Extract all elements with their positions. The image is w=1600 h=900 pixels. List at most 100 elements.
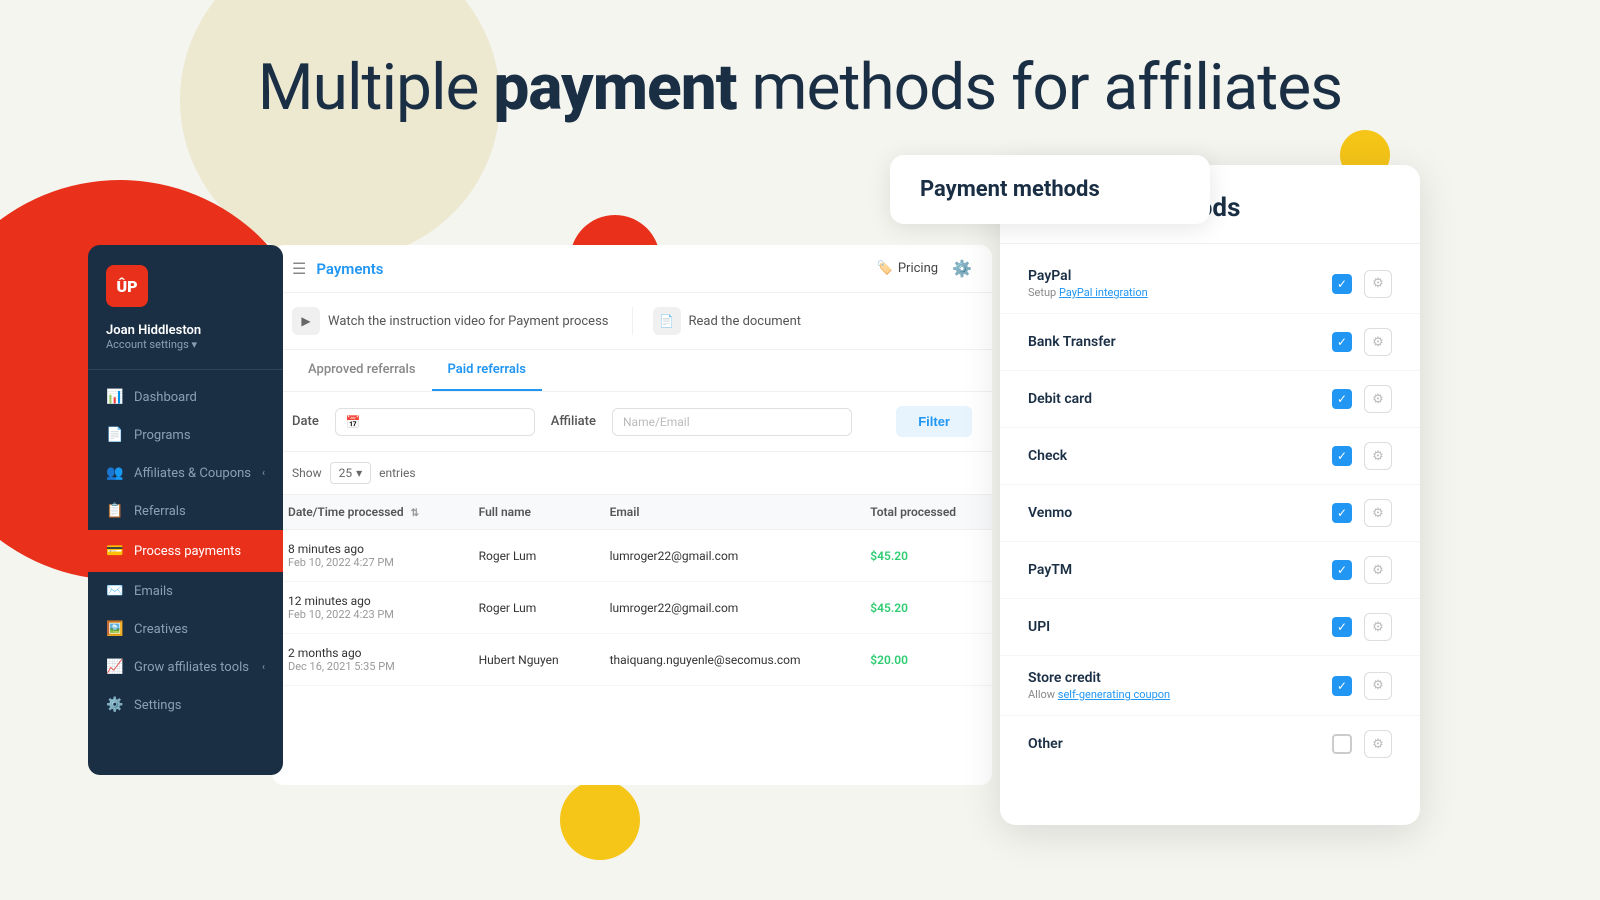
date-input[interactable]: 📅 (335, 408, 535, 436)
header-settings-icon[interactable]: ⚙️ (952, 259, 972, 278)
table-row[interactable]: 8 minutes ago Feb 10, 2022 4:27 PM Roger… (272, 530, 992, 582)
account-settings-link[interactable]: Account settings ▾ (106, 338, 265, 351)
email-cell: thaiquang.nguyenle@secomus.com (594, 634, 855, 686)
payment-method-venmo[interactable]: Venmo ✓ ⚙ (1000, 485, 1420, 542)
sidebar-item-dashboard[interactable]: 📊 Dashboard (88, 378, 283, 416)
pm-checkbox[interactable]: ✓ (1332, 503, 1352, 523)
filter-button[interactable]: Filter (896, 406, 972, 437)
sidebar-item-label: Creatives (134, 622, 188, 637)
pm-gear-icon[interactable]: ⚙ (1364, 556, 1392, 584)
show-entries-row: Show 25 ▾ entries (272, 452, 992, 495)
pm-gear-icon[interactable]: ⚙ (1364, 613, 1392, 641)
show-select[interactable]: 25 ▾ (330, 462, 372, 484)
pm-checkbox[interactable]: ✓ (1332, 389, 1352, 409)
table-row[interactable]: 12 minutes ago Feb 10, 2022 4:23 PM Roge… (272, 582, 992, 634)
payment-method-check[interactable]: Check ✓ ⚙ (1000, 428, 1420, 485)
sidebar-item-referrals[interactable]: 📋 Referrals (88, 492, 283, 530)
pm-checkbox[interactable]: ✓ (1332, 274, 1352, 294)
pm-info: PayTM (1028, 562, 1332, 578)
pm-checkbox[interactable]: ✓ (1332, 617, 1352, 637)
pricing-button[interactable]: 🏷️ Pricing (877, 261, 938, 276)
pm-gear-icon[interactable]: ⚙ (1364, 270, 1392, 298)
payments-table: Date/Time processed ⇅ Full name Email To… (272, 495, 992, 686)
pm-checkbox[interactable]: ✓ (1332, 560, 1352, 580)
pm-info: Check (1028, 448, 1332, 464)
settings-icon: ⚙️ (106, 696, 124, 714)
pm-gear-icon[interactable]: ⚙ (1364, 328, 1392, 356)
date-cell: 8 minutes ago Feb 10, 2022 4:27 PM (272, 530, 463, 582)
amount-cell: $20.00 (854, 634, 992, 686)
tab-paid[interactable]: Paid referrals (432, 350, 542, 391)
pm-gear-icon[interactable]: ⚙ (1364, 730, 1392, 758)
affiliate-label: Affiliate (551, 414, 596, 429)
info-bar: ▶ Watch the instruction video for Paymen… (272, 293, 992, 350)
payment-method-debit-card[interactable]: Debit card ✓ ⚙ (1000, 371, 1420, 428)
pm-name: Other (1028, 736, 1332, 752)
sidebar-item-label: Settings (134, 698, 181, 713)
emails-icon: ✉️ (106, 582, 124, 600)
date-cell: 2 months ago Dec 16, 2021 5:35 PM (272, 634, 463, 686)
fullname-cell: Hubert Nguyen (463, 634, 594, 686)
pm-sub-link[interactable]: PayPal integration (1059, 286, 1148, 299)
pm-gear-icon[interactable]: ⚙ (1364, 442, 1392, 470)
payment-method-paytm[interactable]: PayTM ✓ ⚙ (1000, 542, 1420, 599)
sidebar-item-programs[interactable]: 📄 Programs (88, 416, 283, 454)
payment-method-other[interactable]: Other ⚙ (1000, 716, 1420, 772)
sidebar-item-process-payments[interactable]: 💳 Process payments (88, 530, 283, 572)
pm-checkbox[interactable]: ✓ (1332, 676, 1352, 696)
sidebar-user: Joan Hiddleston Account settings ▾ (88, 323, 283, 369)
video-link[interactable]: ▶ Watch the instruction video for Paymen… (292, 307, 612, 335)
tab-approved[interactable]: Approved referrals (292, 350, 432, 391)
sort-icon[interactable]: ⇅ (411, 508, 419, 519)
pm-checkbox[interactable] (1332, 734, 1352, 754)
pm-info: Venmo (1028, 505, 1332, 521)
pm-name: UPI (1028, 619, 1332, 635)
sidebar-item-label: Referrals (134, 504, 186, 519)
payment-methods-panel: Payment methods PayPal Setup PayPal inte… (1000, 165, 1420, 825)
email-cell: lumroger22@gmail.com (594, 530, 855, 582)
sidebar-item-grow-tools[interactable]: 📈 Grow affiliates tools ‹ (88, 648, 283, 686)
chevron-down-icon: ‹ (262, 468, 265, 479)
pm-checkbox[interactable]: ✓ (1332, 332, 1352, 352)
payment-methods-float-title: Payment methods (920, 177, 1180, 202)
title-rest: methods for affiliates (737, 50, 1343, 125)
pm-sub-link[interactable]: self-generating coupon (1058, 688, 1170, 701)
pm-name: Debit card (1028, 391, 1332, 407)
doc-link[interactable]: 📄 Read the document (653, 307, 973, 335)
video-icon: ▶ (292, 307, 320, 335)
table-row[interactable]: 2 months ago Dec 16, 2021 5:35 PM Hubert… (272, 634, 992, 686)
pm-name: Store credit (1028, 670, 1332, 686)
sidebar-item-creatives[interactable]: 🖼️ Creatives (88, 610, 283, 648)
affiliate-input[interactable]: Name/Email (612, 408, 852, 436)
amount-cell: $45.20 (854, 530, 992, 582)
hamburger-icon[interactable]: ☰ (292, 259, 306, 278)
pm-gear-icon[interactable]: ⚙ (1364, 499, 1392, 527)
date-cell: 12 minutes ago Feb 10, 2022 4:23 PM (272, 582, 463, 634)
sidebar-item-affiliates[interactable]: 👥 Affiliates & Coupons ‹ (88, 454, 283, 492)
pm-gear-icon[interactable]: ⚙ (1364, 385, 1392, 413)
payment-method-store-credit[interactable]: Store credit Allow self-generating coupo… (1000, 656, 1420, 716)
col-email: Email (594, 495, 855, 530)
creatives-icon: 🖼️ (106, 620, 124, 638)
sidebar-item-settings[interactable]: ⚙️ Settings (88, 686, 283, 724)
pm-checkbox[interactable]: ✓ (1332, 446, 1352, 466)
bg-circle-yellow2 (560, 780, 640, 860)
filter-row: Date 📅 Affiliate Name/Email Filter (272, 392, 992, 452)
sidebar-item-label: Process payments (134, 544, 241, 559)
header-right: 🏷️ Pricing ⚙️ (877, 259, 972, 278)
pm-name: PayPal (1028, 268, 1332, 284)
pm-gear-icon[interactable]: ⚙ (1364, 672, 1392, 700)
table-header-row: Date/Time processed ⇅ Full name Email To… (272, 495, 992, 530)
video-link-text: Watch the instruction video for Payment … (328, 314, 608, 329)
payment-method-bank-transfer[interactable]: Bank Transfer ✓ ⚙ (1000, 314, 1420, 371)
payment-method-list: PayPal Setup PayPal integration ✓ ⚙ Bank… (1000, 244, 1420, 782)
pm-sub: Allow self-generating coupon (1028, 688, 1332, 701)
sidebar-item-emails[interactable]: ✉️ Emails (88, 572, 283, 610)
affiliates-icon: 👥 (106, 464, 124, 482)
payment-method-paypal[interactable]: PayPal Setup PayPal integration ✓ ⚙ (1000, 254, 1420, 314)
pm-info: Other (1028, 736, 1332, 752)
payment-method-upi[interactable]: UPI ✓ ⚙ (1000, 599, 1420, 656)
date-label: Date (292, 414, 319, 429)
show-label: Show (292, 466, 322, 480)
pm-name: Check (1028, 448, 1332, 464)
